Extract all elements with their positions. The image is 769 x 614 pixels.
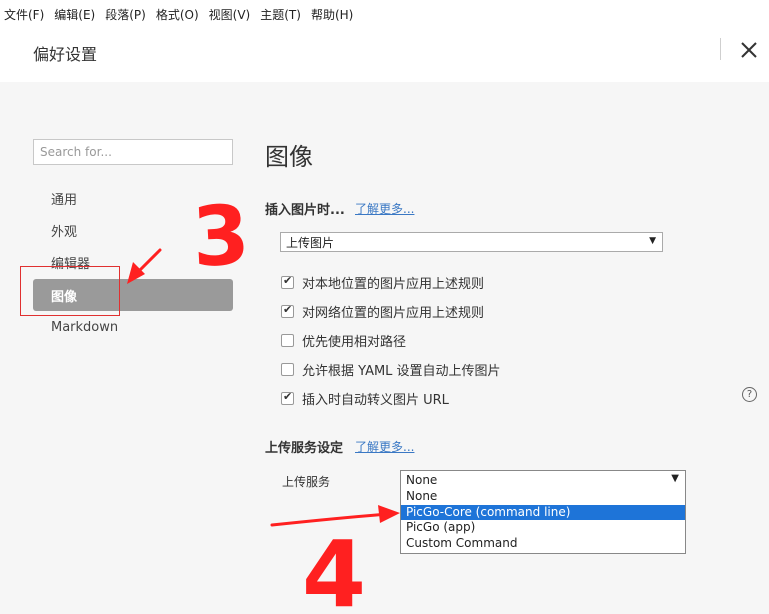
- dropdown-caret-icon: ▼: [671, 473, 679, 484]
- sidebar-item-label: 通用: [51, 192, 78, 208]
- sidebar-item-image[interactable]: 图像: [33, 279, 233, 311]
- sidebar-item-markdown[interactable]: Markdown: [33, 311, 233, 343]
- upload-learn-more-link[interactable]: 了解更多...: [355, 438, 414, 455]
- checkbox[interactable]: [281, 334, 294, 347]
- sidebar-item-appearance[interactable]: 外观: [33, 214, 233, 246]
- checkbox-label: 允许根据 YAML 设置自动上传图片: [302, 364, 501, 379]
- sidebar-item-label: 编辑器: [51, 256, 91, 272]
- checkbox-row[interactable]: 允许根据 YAML 设置自动上传图片: [281, 360, 501, 379]
- sidebar-item-editor[interactable]: 编辑器: [33, 246, 233, 278]
- checkbox-row[interactable]: 插入时自动转义图片 URL: [281, 389, 449, 408]
- dropdown-option[interactable]: PicGo (app): [401, 520, 685, 536]
- sidebar-item-general[interactable]: 通用: [33, 182, 233, 214]
- upload-service-section-label: 上传服务设定: [265, 441, 344, 456]
- sidebar-item-label: Markdown: [51, 319, 119, 335]
- search-input[interactable]: [33, 139, 233, 165]
- dropdown-option[interactable]: None: [401, 489, 685, 505]
- menu-format[interactable]: 格式(O): [156, 6, 199, 23]
- preferences-titlebar: 偏好设置: [0, 28, 769, 74]
- menu-theme[interactable]: 主题(T): [260, 6, 301, 23]
- upload-service-dropdown: None PicGo-Core (command line) PicGo (ap…: [400, 489, 686, 554]
- checkbox-row[interactable]: 对网络位置的图片应用上述规则: [281, 302, 484, 321]
- checkbox-label: 对本地位置的图片应用上述规则: [302, 277, 485, 292]
- checkbox-row[interactable]: 优先使用相对路径: [281, 331, 406, 350]
- upload-service-label: 上传服务: [282, 475, 331, 489]
- checkbox[interactable]: [281, 363, 294, 376]
- menu-view[interactable]: 视图(V): [209, 6, 251, 23]
- menu-bar: 文件(F) 编辑(E) 段落(P) 格式(O) 视图(V) 主题(T) 帮助(H…: [0, 0, 769, 28]
- titlebar-divider: [720, 38, 721, 60]
- checkbox[interactable]: [281, 390, 294, 405]
- dropdown-caret-icon: ▼: [649, 236, 656, 246]
- dropdown-option[interactable]: Custom Command: [401, 536, 685, 552]
- insert-action-select[interactable]: 上传图片 ▼: [280, 232, 663, 252]
- upload-service-value: None: [406, 473, 438, 487]
- checkbox-label: 插入时自动转义图片 URL: [302, 393, 449, 408]
- window-title: 偏好设置: [33, 45, 98, 64]
- menu-file[interactable]: 文件(F): [4, 6, 44, 23]
- menu-edit[interactable]: 编辑(E): [54, 6, 95, 23]
- close-icon[interactable]: [736, 37, 762, 63]
- upload-service-select[interactable]: None ▼: [400, 470, 686, 490]
- checkbox[interactable]: [281, 274, 294, 289]
- insert-action-value: 上传图片: [286, 235, 335, 250]
- checkbox-label: 优先使用相对路径: [302, 335, 407, 350]
- insert-image-section-label: 插入图片时...: [265, 203, 345, 218]
- checkbox-label: 对网络位置的图片应用上述规则: [302, 306, 485, 321]
- sidebar-item-label: 图像: [51, 289, 78, 305]
- checkbox-row[interactable]: 对本地位置的图片应用上述规则: [281, 273, 484, 292]
- menu-paragraph[interactable]: 段落(P): [105, 6, 146, 23]
- dropdown-option-highlighted[interactable]: PicGo-Core (command line): [401, 504, 685, 520]
- question-circle-icon[interactable]: ?: [742, 387, 757, 402]
- page-title: 图像: [265, 143, 313, 171]
- menu-help[interactable]: 帮助(H): [311, 6, 353, 23]
- insert-learn-more-link[interactable]: 了解更多...: [355, 200, 414, 217]
- sidebar-item-label: 外观: [51, 224, 78, 240]
- checkbox[interactable]: [281, 303, 294, 318]
